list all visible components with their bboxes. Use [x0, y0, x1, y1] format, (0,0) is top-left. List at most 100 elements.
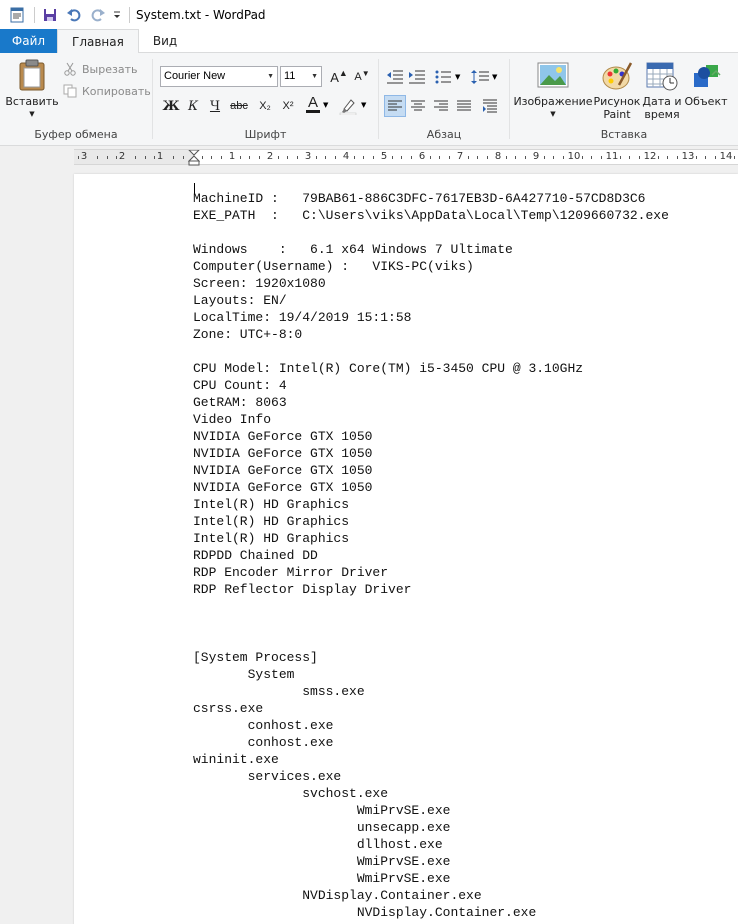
shrink-font-button[interactable]: A ▼ [351, 66, 373, 88]
datetime-label-line2: время [644, 108, 680, 121]
document-page[interactable]: MachineID : 79BAB61-886C3DFC-7617EB3D-6A… [74, 174, 738, 924]
ruler-tick [401, 156, 402, 159]
ruler-number: 6 [418, 151, 426, 162]
italic-button[interactable]: К [182, 95, 204, 117]
ruler-tick [705, 156, 706, 159]
ruler-tick [297, 156, 298, 159]
insert-datetime-button[interactable]: Дата и время [641, 61, 683, 121]
increase-indent-button[interactable] [406, 66, 428, 88]
insert-picture-label: Изображение [513, 95, 593, 108]
align-right-button[interactable] [430, 95, 452, 117]
shrink-font-icon: A [354, 71, 362, 83]
document-line: NVIDIA GeForce GTX 1050 [193, 429, 373, 444]
ruler-tick [629, 156, 630, 159]
ruler-tick [582, 156, 583, 159]
align-center-button[interactable] [407, 95, 429, 117]
ruler-tick [78, 156, 79, 159]
ruler-number: 12 [643, 151, 657, 162]
paragraph-group-label: Абзац [426, 128, 462, 141]
paragraph-settings-button[interactable] [479, 95, 501, 117]
object-icon [694, 65, 721, 87]
highlighter-icon [339, 99, 357, 115]
indent-marker-icon[interactable] [188, 150, 200, 166]
ruler-number: 4 [342, 151, 350, 162]
title-bar: System.txt - WordPad [0, 0, 738, 29]
paint-label-line1: Рисунок [593, 95, 641, 108]
ruler-number: 3 [80, 151, 88, 162]
customize-icon[interactable] [111, 4, 123, 26]
strikethrough-button[interactable]: abc [228, 95, 250, 117]
app-icon[interactable] [6, 4, 28, 26]
ruler-tick [145, 156, 146, 159]
highlight-button[interactable] [337, 95, 359, 117]
justify-icon [457, 100, 471, 111]
document-line: smss.exe [193, 684, 365, 699]
grow-font-button[interactable]: A ▲ [328, 66, 350, 88]
underline-button[interactable]: Ч [204, 95, 226, 117]
paint-drawing-button[interactable]: Рисунок Paint [594, 61, 640, 121]
document-line: Zone: UTC+-8:0 [193, 327, 303, 342]
ruler-tick [116, 156, 117, 159]
ruler-tick [601, 156, 602, 159]
bold-button[interactable]: Ж [160, 95, 182, 117]
superscript-button[interactable]: X² [277, 95, 299, 117]
line-spacing-button[interactable] [469, 66, 491, 88]
align-left-icon [388, 100, 402, 111]
document-text[interactable]: MachineID : 79BAB61-886C3DFC-7617EB3D-6A… [193, 190, 669, 921]
document-line: conhost.exe [193, 735, 334, 750]
subscript-button[interactable]: X₂ [254, 95, 276, 117]
document-line: GetRAM: 8063 [193, 395, 287, 410]
paste-label: Вставить [5, 95, 59, 108]
qa-separator [129, 6, 130, 23]
line-spacing-icon [471, 70, 489, 84]
chevron-down-icon[interactable]: ▼ [323, 101, 328, 109]
align-center-icon [411, 100, 425, 111]
save-icon[interactable] [39, 4, 61, 26]
copy-button[interactable]: Копировать [62, 83, 151, 99]
document-line: Video Info [193, 412, 272, 427]
font-color-button[interactable]: A [304, 93, 322, 115]
decrease-indent-button[interactable] [384, 66, 406, 88]
ruler-tick [211, 156, 212, 159]
align-left-button[interactable] [384, 95, 406, 117]
ruler-tick [335, 156, 336, 159]
chevron-down-icon[interactable]: ▼ [455, 73, 460, 81]
insert-picture-button[interactable]: Изображение ▼ [513, 61, 593, 121]
justify-button[interactable] [453, 95, 475, 117]
ruler-tick [439, 156, 440, 159]
ruler-number: 9 [532, 151, 540, 162]
tab-home[interactable]: Главная [57, 29, 139, 54]
document-line: dllhost.exe [193, 837, 443, 852]
undo-icon[interactable] [63, 4, 85, 26]
document-line: NVDisplay.Container.exe [193, 905, 537, 920]
document-line: svchost.exe [193, 786, 389, 801]
ruler-tick [316, 156, 317, 159]
chevron-down-icon[interactable]: ▼ [492, 73, 497, 81]
document-line: Computer(Username) : VIKS-PC(viks) [193, 259, 474, 274]
grow-arrow-icon: ▲ [338, 68, 348, 78]
chevron-down-icon: ▼ [550, 110, 556, 118]
ruler-tick [221, 156, 222, 159]
cut-button[interactable]: Вырезать [62, 61, 137, 77]
tab-file[interactable]: Файл [0, 29, 57, 53]
font-family-select[interactable]: Courier New ▼ [160, 66, 278, 87]
ruler-number: 11 [605, 151, 619, 162]
ruler[interactable]: 3 2 1 1 2 3 4 5 6 7 8 9 10 11 12 13 14 [74, 149, 738, 166]
chevron-down-icon[interactable]: ▼ [361, 101, 366, 109]
document-line: wininit.exe [193, 752, 279, 767]
decrease-indent-icon [387, 70, 403, 84]
font-group-label: Шрифт [244, 128, 287, 141]
grow-font-icon: A [330, 69, 339, 85]
ruler-tick [468, 156, 469, 159]
insert-object-button[interactable]: Объект [683, 61, 729, 108]
bullets-button[interactable] [432, 66, 454, 88]
ruler-tick [563, 156, 564, 159]
clipboard-group: Вставить ▼ Вырезать Копировать Буфер обм… [0, 55, 152, 143]
tab-view[interactable]: Вид [139, 29, 191, 53]
redo-icon[interactable] [87, 4, 109, 26]
ruler-tick [591, 156, 592, 159]
paste-button[interactable]: Вставить ▼ [5, 59, 59, 121]
font-size-select[interactable]: 11 ▼ [280, 66, 322, 87]
